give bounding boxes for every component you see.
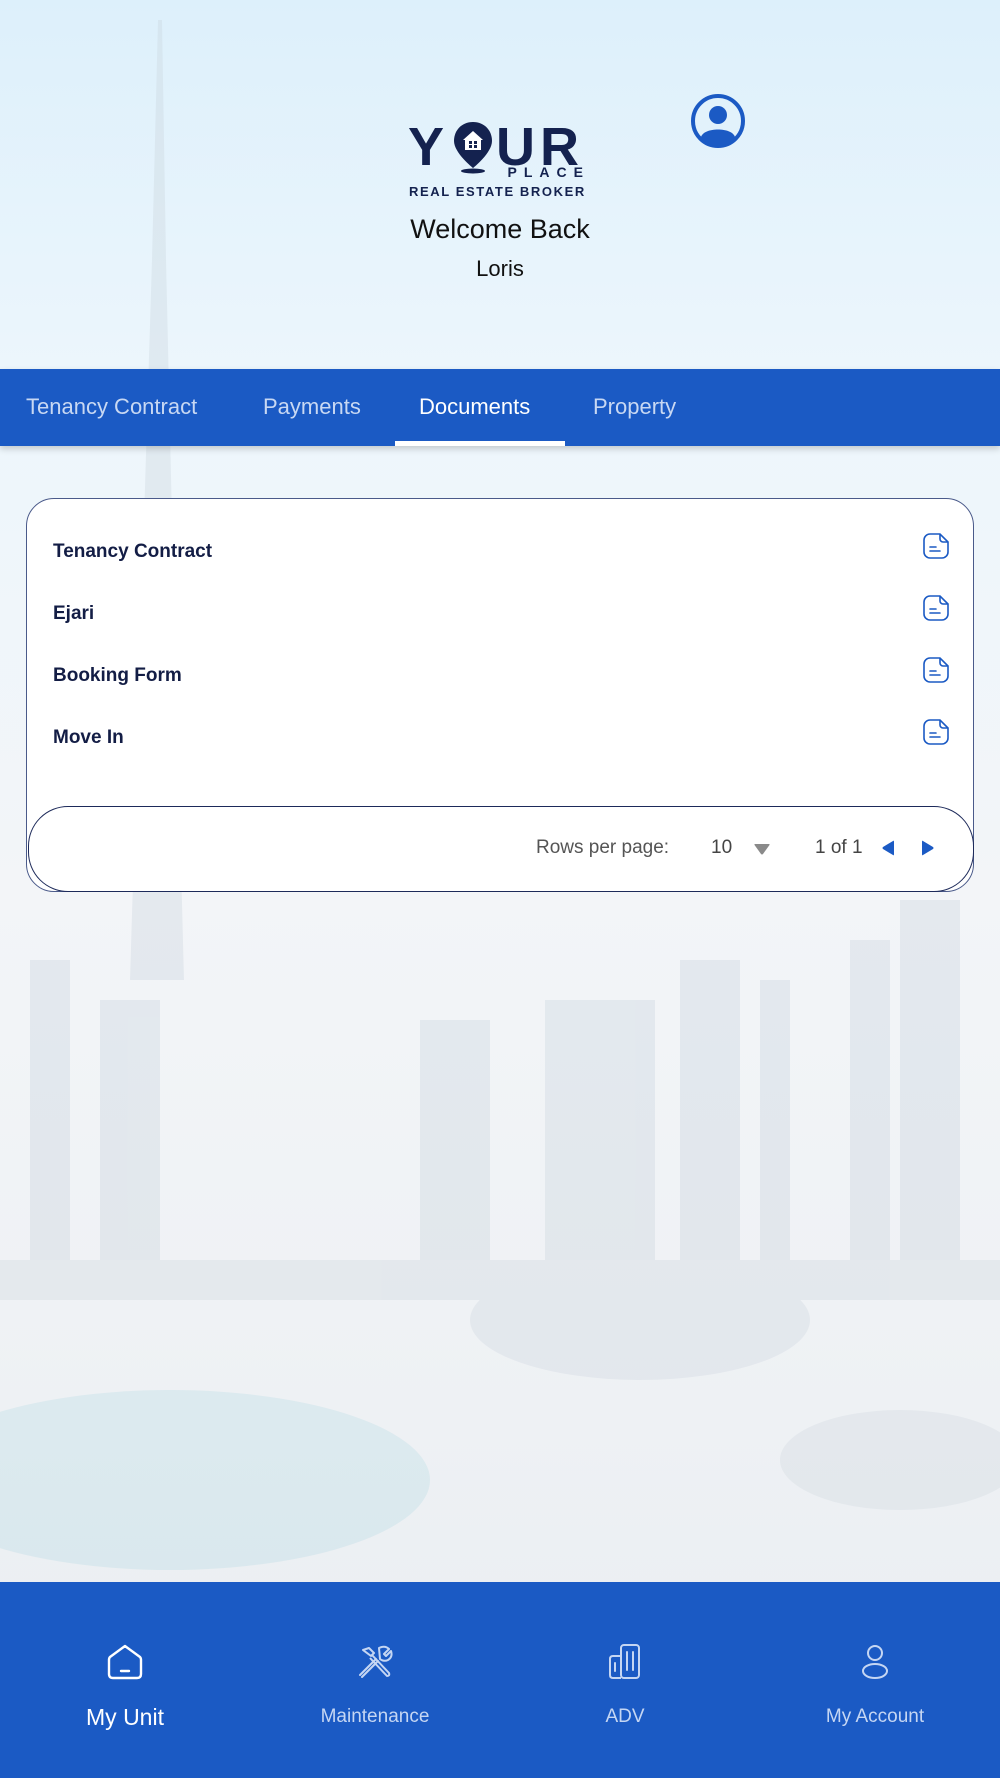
nav-adv[interactable]: ADV bbox=[500, 1582, 750, 1778]
brand-logo: Y U R PLACE REAL ESTATE BROKER bbox=[408, 118, 592, 204]
previous-page-icon[interactable] bbox=[874, 834, 902, 862]
home-icon bbox=[107, 1644, 143, 1680]
rows-per-page-select[interactable]: 10 bbox=[703, 829, 793, 869]
document-label: Move In bbox=[53, 727, 124, 748]
nav-maintenance[interactable]: Maintenance bbox=[250, 1582, 500, 1778]
profile-user-circle-icon[interactable] bbox=[689, 92, 747, 150]
document-row[interactable]: Booking Form bbox=[27, 655, 949, 699]
document-icon[interactable] bbox=[921, 717, 951, 747]
logo-place-text: PLACE bbox=[507, 164, 590, 180]
user-name: Loris bbox=[476, 256, 524, 281]
nav-label: My Unit bbox=[86, 1704, 164, 1730]
location-pin-icon bbox=[454, 122, 492, 174]
document-row[interactable]: Tenancy Contract bbox=[27, 531, 949, 575]
tab-tenancy-contract[interactable]: Tenancy Contract bbox=[26, 369, 197, 446]
document-row[interactable]: Ejari bbox=[27, 593, 949, 637]
document-label: Ejari bbox=[53, 603, 95, 624]
document-icon[interactable] bbox=[921, 655, 951, 685]
rows-per-page-value: 10 bbox=[711, 837, 733, 858]
tab-payments[interactable]: Payments bbox=[263, 369, 361, 446]
document-icon[interactable] bbox=[921, 531, 951, 561]
tab-property[interactable]: Property bbox=[593, 369, 676, 446]
table-pagination: Rows per page: 10 1 of 1 bbox=[28, 806, 974, 892]
document-row[interactable]: Move In bbox=[27, 717, 949, 761]
document-icon[interactable] bbox=[921, 593, 951, 623]
next-page-icon[interactable] bbox=[914, 834, 942, 862]
building-icon bbox=[609, 1644, 640, 1679]
tab-bar: Tenancy Contract Payments Documents Prop… bbox=[0, 369, 1000, 446]
user-icon bbox=[862, 1645, 888, 1679]
rows-per-page-label: Rows per page: bbox=[536, 837, 670, 858]
nav-label: Maintenance bbox=[320, 1706, 430, 1727]
tools-icon bbox=[359, 1645, 393, 1678]
page-range: 1 of 1 bbox=[815, 837, 863, 858]
nav-my-account[interactable]: My Account bbox=[750, 1582, 1000, 1778]
logo-subtitle: REAL ESTATE BROKER bbox=[409, 184, 586, 199]
tab-documents[interactable]: Documents bbox=[419, 369, 530, 446]
nav-label: My Account bbox=[825, 1706, 925, 1727]
chevron-down-icon bbox=[754, 844, 770, 855]
header: Y U R PLACE REAL ESTATE BROKER Welcome B… bbox=[0, 0, 1000, 368]
bottom-navigation: My Unit Maintenance ADV My Account bbox=[0, 1582, 1000, 1778]
nav-my-unit[interactable]: My Unit bbox=[0, 1582, 250, 1778]
document-label: Booking Form bbox=[53, 665, 182, 686]
document-label: Tenancy Contract bbox=[53, 541, 213, 562]
active-tab-indicator bbox=[395, 441, 565, 446]
welcome-title: Welcome Back bbox=[410, 214, 590, 244]
nav-label: ADV bbox=[605, 1706, 645, 1727]
